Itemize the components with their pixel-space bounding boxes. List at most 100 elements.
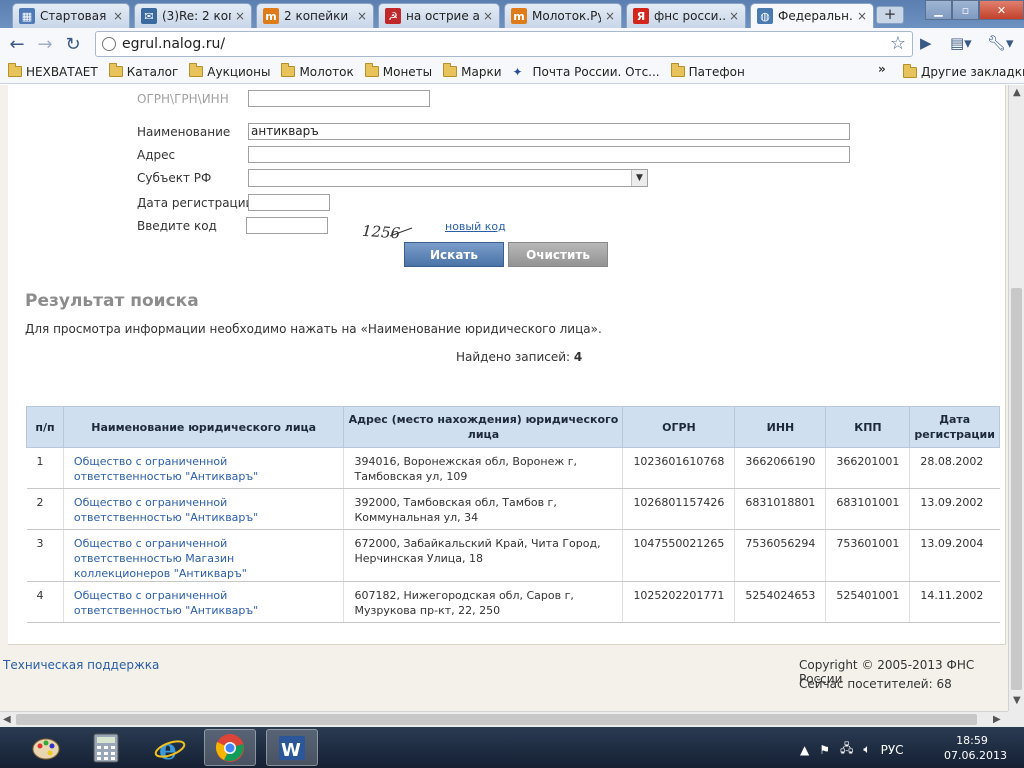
folder-icon — [189, 63, 204, 77]
bookmark-nehvataet[interactable]: НЕХВАТАЕТ — [8, 63, 98, 79]
close-icon[interactable]: × — [857, 9, 867, 23]
start-button[interactable] — [20, 729, 72, 766]
bookmark-label: Почта России. Отс... — [532, 64, 660, 79]
bookmark-auktsiony[interactable]: Аукционы — [189, 63, 270, 79]
minimize-icon[interactable]: ▁ — [925, 0, 952, 20]
tab-3[interactable]: ☭ на острие а... × — [378, 3, 500, 28]
yandex-icon: Я — [633, 8, 649, 24]
horizontal-scroll-thumb[interactable] — [16, 714, 977, 725]
bookmark-monety[interactable]: Монеты — [364, 63, 432, 79]
taskbar-chrome[interactable] — [204, 729, 256, 766]
company-address: 607182, Нижегородская обл, Саров г, Музр… — [343, 581, 624, 623]
tab-5[interactable]: Я фнс росси... × — [626, 3, 746, 28]
bookmark-katalog[interactable]: Каталог — [108, 63, 178, 79]
company-address: 392000, Тамбовская обл, Тамбов г, Коммун… — [343, 488, 624, 530]
bookmark-pochta[interactable]: ✦ Почта России. Отс... — [513, 65, 660, 79]
new-tab-button[interactable]: + — [876, 6, 904, 24]
name-input[interactable]: антикваръ — [248, 123, 850, 140]
support-link[interactable]: Техническая поддержка — [3, 658, 159, 672]
maximize-icon[interactable]: ▫ — [952, 0, 979, 20]
captcha-text: 1256 — [361, 222, 401, 242]
address-bar[interactable]: egrul.nalog.ru/ ☆ — [95, 31, 913, 57]
vertical-scrollbar[interactable]: ▲ ▼ — [1008, 85, 1024, 711]
company-name-link[interactable]: Общество с ограниченной ответственностью… — [63, 447, 345, 489]
network-icon[interactable]: 🖧︎ — [840, 739, 853, 760]
flag-icon[interactable]: ⚑ — [819, 743, 830, 757]
wrench-icon[interactable]: 🔧︎▾ — [987, 34, 1014, 52]
folder-icon — [443, 63, 458, 77]
search-button[interactable]: Искать — [404, 242, 504, 267]
bookmark-star-icon[interactable]: ☆ — [890, 33, 906, 54]
page-menu-icon[interactable]: ▤▾ — [950, 34, 972, 52]
page-info-icon — [102, 37, 116, 51]
company-inn: 6831018801 — [734, 488, 827, 530]
bookmark-molotok[interactable]: Молоток — [281, 63, 354, 79]
found-label: Найдено записей: — [456, 350, 571, 364]
mail-icon: ✉ — [141, 8, 157, 24]
svg-text:e: e — [159, 733, 177, 764]
company-date: 13.09.2002 — [909, 488, 1000, 530]
back-arrow-icon[interactable]: ← — [6, 33, 28, 55]
tab-4[interactable]: m Молоток.Ру × — [504, 3, 622, 28]
col-header-address: Адрес (место нахождения) юридического ли… — [343, 406, 624, 448]
close-icon[interactable]: × — [605, 9, 615, 23]
close-window-icon[interactable]: ✕ — [979, 0, 1024, 20]
row-number: 4 — [26, 581, 64, 623]
volume-icon[interactable]: 🔈︎ — [863, 742, 870, 757]
clear-button[interactable]: Очистить — [508, 242, 608, 267]
regdate-input[interactable] — [248, 194, 330, 211]
horizontal-scrollbar[interactable]: ◀ ▶ — [0, 711, 1008, 727]
taskbar-ie[interactable]: e — [144, 729, 196, 766]
address-input[interactable] — [248, 146, 850, 163]
scroll-down-icon[interactable]: ▼ — [1013, 695, 1021, 706]
grid-icon: ▦ — [19, 8, 35, 24]
code-input[interactable] — [246, 217, 328, 234]
company-name-link[interactable]: Общество с ограниченной ответственностью… — [63, 488, 345, 530]
taskbar-word[interactable]: W — [266, 729, 318, 766]
col-header-ogrn: ОГРН — [622, 406, 736, 448]
vertical-scroll-thumb[interactable] — [1011, 288, 1022, 690]
bookmark-other[interactable]: Другие закладки — [903, 63, 1024, 79]
company-name-link[interactable]: Общество с ограниченной ответственностью… — [63, 529, 345, 582]
regdate-label: Дата регистрации — [137, 196, 254, 210]
clock[interactable]: 18:59 07.06.2013 — [944, 733, 1007, 763]
company-kpp: 753601001 — [825, 529, 911, 582]
tab-6-active[interactable]: ◍ Федеральн... × — [750, 3, 874, 28]
close-icon[interactable]: × — [357, 9, 367, 23]
close-icon[interactable]: × — [235, 9, 245, 23]
close-icon[interactable]: × — [113, 9, 123, 23]
close-icon[interactable]: × — [729, 9, 739, 23]
new-code-link[interactable]: новый код — [445, 220, 506, 233]
tab-2[interactable]: m 2 копейки 1... × — [256, 3, 374, 28]
show-hidden-icons-icon[interactable]: ▲ — [800, 743, 809, 757]
play-icon[interactable]: ▶ — [920, 34, 932, 52]
window-controls: ▁ ▫ ✕ — [925, 0, 1024, 20]
results-hint: Для просмотра информации необходимо нажа… — [25, 322, 602, 336]
bookmark-patefon[interactable]: Патефон — [670, 63, 745, 79]
bookmarks-overflow-icon[interactable]: » — [878, 62, 886, 76]
word-icon: W — [279, 735, 305, 761]
taskbar-calculator[interactable] — [80, 729, 132, 766]
subject-select[interactable]: ▼ — [248, 169, 648, 187]
ogrn-input[interactable] — [248, 90, 430, 107]
bookmarks-bar: НЕХВАТАЕТ Каталог Аукционы Молоток Монет… — [0, 60, 1024, 84]
scroll-up-icon[interactable]: ▲ — [1013, 87, 1021, 98]
language-indicator[interactable]: РУС — [881, 743, 904, 757]
company-name-link[interactable]: Общество с ограниченной ответственностью… — [63, 581, 345, 623]
bookmark-marki[interactable]: Марки — [443, 63, 502, 79]
tab-1[interactable]: ✉ (3)Re: 2 коп... × — [134, 3, 252, 28]
close-icon[interactable]: × — [483, 9, 493, 23]
scroll-left-icon[interactable]: ◀ — [3, 714, 11, 725]
company-ogrn: 1025202201771 — [622, 581, 736, 623]
scroll-right-icon[interactable]: ▶ — [993, 714, 1001, 725]
reload-icon[interactable]: ↻ — [62, 33, 84, 55]
table-header-row: п/п Наименование юридического лица Адрес… — [26, 406, 1000, 448]
table-row: 1 Общество с ограниченной ответственност… — [26, 447, 1000, 489]
forward-arrow-icon[interactable]: → — [34, 33, 56, 55]
company-kpp: 525401001 — [825, 581, 911, 623]
globe-icon: ◍ — [757, 8, 773, 24]
taskbar: e W ▲ ⚑ 🖧︎ 🔈︎ РУС 18:59 07.06.2013 — [0, 727, 1024, 768]
clock-date: 07.06.2013 — [944, 749, 1007, 762]
row-number: 3 — [26, 529, 64, 582]
tab-0[interactable]: ▦ Стартовая ... × — [12, 3, 130, 28]
